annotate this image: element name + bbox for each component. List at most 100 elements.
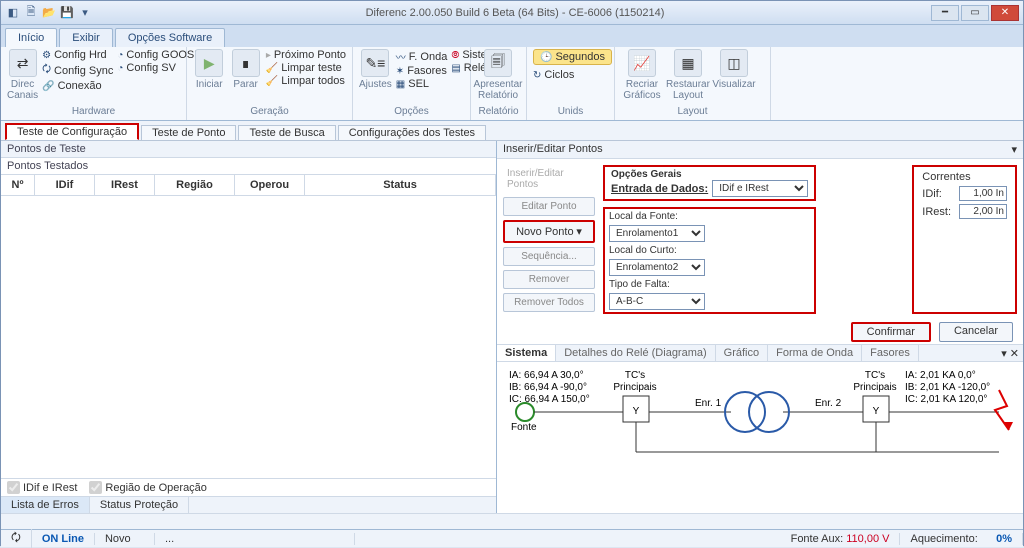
right-pane: Inserir/Editar Pontos ▾ Inserir/Editar Po… (497, 141, 1023, 513)
visualizar-button[interactable]: ◫Visualizar (713, 49, 755, 90)
title-bar: ◧ 🗎 📂 💾 ▾ Diferenc 2.00.050 Build 6 Beta… (1, 1, 1023, 25)
app-icon: ◧ (5, 5, 21, 21)
pane-title-pontos-teste: Pontos de Teste (1, 141, 496, 158)
apresentar-relatorio-button[interactable]: 🗐Apresentar Relatório (477, 49, 519, 101)
conexao-button[interactable]: 🔗 Conexão (42, 80, 113, 92)
dtab-fasores[interactable]: Fasores (862, 345, 919, 361)
diagram-area: IA: 66,94 A 30,0° IB: 66,94 A -90,0° IC:… (497, 362, 1023, 513)
left-pane: Pontos de Teste Pontos Testados Nº IDif … (1, 141, 497, 513)
ajustes-button[interactable]: ✎≡Ajustes (359, 49, 392, 90)
chk-regiao-operacao[interactable]: Região de Operação (89, 481, 207, 494)
dtab-detalhes[interactable]: Detalhes do Relé (Diagrama) (556, 345, 715, 361)
subtab-teste-busca[interactable]: Teste de Busca (238, 125, 335, 140)
confirmar-button[interactable]: Confirmar (851, 322, 931, 342)
irest-label: IRest: (922, 206, 951, 218)
minimize-button[interactable]: ━ (931, 5, 959, 21)
svg-text:Enr. 2: Enr. 2 (815, 398, 842, 409)
col-irest[interactable]: IRest (95, 175, 155, 195)
ciclos-button[interactable]: ↻ Ciclos (533, 69, 612, 81)
idif-label: IDif: (922, 188, 942, 200)
editar-ponto-button[interactable]: Editar Ponto (503, 197, 595, 216)
fasores-button[interactable]: ✶ Fasores (396, 65, 448, 77)
status-conn-icon: 🗘 (1, 529, 32, 548)
local-fonte-select[interactable]: Enrolamento1 (609, 225, 705, 242)
remover-todos-button[interactable]: Remover Todos (503, 293, 595, 312)
form-subheader: Inserir/Editar Pontos (503, 165, 595, 193)
group-relatorio-label: Relatório (477, 106, 520, 118)
remover-button[interactable]: Remover (503, 270, 595, 289)
f-onda-button[interactable]: 〰 F. Onda (396, 49, 448, 64)
sequencia-button[interactable]: Sequência... (503, 247, 595, 266)
open-icon[interactable]: 📂 (41, 5, 57, 21)
qat-dropdown-icon[interactable]: ▾ (77, 5, 93, 21)
bottom-tabs: Lista de Erros Status Proteção (1, 496, 496, 513)
tab-status-protecao[interactable]: Status Proteção (90, 497, 189, 513)
col-n[interactable]: Nº (1, 175, 35, 195)
subtab-teste-configuracao[interactable]: Teste de Configuração (5, 123, 139, 140)
entrada-dados-select[interactable]: IDif e IRest (712, 180, 808, 197)
segundos-button[interactable]: 🕒 Segundos (533, 49, 612, 65)
novo-ponto-button[interactable]: Novo Ponto ▾ (503, 220, 595, 243)
irest-input[interactable] (959, 204, 1007, 219)
proximo-ponto-button[interactable]: ▸ Próximo Ponto (266, 49, 346, 61)
restaurar-layout-button[interactable]: ▦Restaurar Layout (667, 49, 709, 101)
diagram-pin-icon[interactable]: ▾ ✕ (997, 347, 1023, 360)
col-status[interactable]: Status (305, 175, 496, 195)
insert-edit-form: Inserir/Editar Pontos Editar Ponto Novo … (497, 159, 1023, 320)
ribbon: ⇄Direc Canais ⚙ Config Hrd 🗘 Config Sync… (1, 47, 1023, 121)
svg-text:Enr. 1: Enr. 1 (695, 398, 722, 409)
correntes-header: Correntes (922, 171, 1007, 183)
save-icon[interactable]: 💾 (59, 5, 75, 21)
new-icon[interactable]: 🗎 (23, 5, 39, 21)
dtab-sistema[interactable]: Sistema (497, 345, 556, 361)
spacer-bar (1, 513, 1023, 529)
dtab-grafico[interactable]: Gráfico (716, 345, 768, 361)
svg-text:IB: 2,01 KA -120,0°: IB: 2,01 KA -120,0° (905, 382, 990, 393)
maximize-button[interactable]: ▭ (961, 5, 989, 21)
recriar-graficos-button[interactable]: 📈Recriar Gráficos (621, 49, 663, 101)
tab-exibir[interactable]: Exibir (59, 28, 113, 47)
subtab-teste-ponto[interactable]: Teste de Ponto (141, 125, 236, 140)
tab-inicio[interactable]: Início (5, 28, 57, 47)
section-pin-icon[interactable]: ▾ (1011, 143, 1017, 156)
limpar-todos-button[interactable]: 🧹 Limpar todos (266, 75, 346, 87)
sel-button[interactable]: ▦ SEL (396, 78, 448, 90)
entrada-dados-label: Entrada de Dados: (611, 183, 708, 195)
idif-input[interactable] (959, 186, 1007, 201)
action-buttons: Confirmar Cancelar (497, 320, 1023, 344)
workarea: Pontos de Teste Pontos Testados Nº IDif … (1, 141, 1023, 513)
pane-title-pontos-testados: Pontos Testados (1, 158, 496, 175)
status-dots: ... (155, 533, 355, 545)
svg-text:IC: 2,01 KA 120,0°: IC: 2,01 KA 120,0° (905, 394, 987, 405)
svg-text:IB: 66,94 A -90,0°: IB: 66,94 A -90,0° (509, 382, 587, 393)
table-body (1, 196, 496, 478)
status-aquecimento: Aquecimento: 0% (900, 533, 1023, 545)
status-online: ON Line (32, 533, 95, 545)
col-regiao[interactable]: Região (155, 175, 235, 195)
svg-text:IA: 66,94 A 30,0°: IA: 66,94 A 30,0° (509, 370, 584, 381)
config-sync-button[interactable]: 🗘 Config Sync (42, 62, 113, 79)
svg-text:IA: 2,01 KA 0,0°: IA: 2,01 KA 0,0° (905, 370, 976, 381)
chk-idif-irest[interactable]: IDif e IRest (7, 481, 77, 494)
tipo-falta-select[interactable]: A-B-C (609, 293, 705, 310)
direc-canais-button[interactable]: ⇄Direc Canais (7, 49, 38, 101)
quick-access-toolbar: ◧ 🗎 📂 💾 ▾ (5, 5, 93, 21)
dtab-forma-onda[interactable]: Forma de Onda (768, 345, 862, 361)
parar-button[interactable]: ∎Parar (229, 49, 261, 90)
svg-text:Principais: Principais (613, 382, 656, 393)
col-idif[interactable]: IDif (35, 175, 95, 195)
opcoes-gerais-header: Opções Gerais (611, 169, 808, 180)
limpar-teste-button[interactable]: 🧹 Limpar teste (266, 62, 346, 74)
iniciar-button[interactable]: ▶Iniciar (193, 49, 225, 90)
subtab-config-testes[interactable]: Configurações dos Testes (338, 125, 486, 140)
col-operou[interactable]: Operou (235, 175, 305, 195)
close-button[interactable]: ✕ (991, 5, 1019, 21)
opcoes-gerais-block: Opções Gerais Entrada de Dados: IDif e I… (603, 165, 816, 201)
tipo-falta-label: Tipo de Falta: (609, 279, 810, 290)
config-hrd-button[interactable]: ⚙ Config Hrd (42, 49, 113, 61)
cancelar-button[interactable]: Cancelar (939, 322, 1013, 342)
svg-text:TC's: TC's (865, 370, 885, 381)
local-curto-select[interactable]: Enrolamento2 (609, 259, 705, 276)
tab-lista-erros[interactable]: Lista de Erros (1, 497, 90, 513)
tab-opcoes-software[interactable]: Opções Software (115, 28, 225, 47)
